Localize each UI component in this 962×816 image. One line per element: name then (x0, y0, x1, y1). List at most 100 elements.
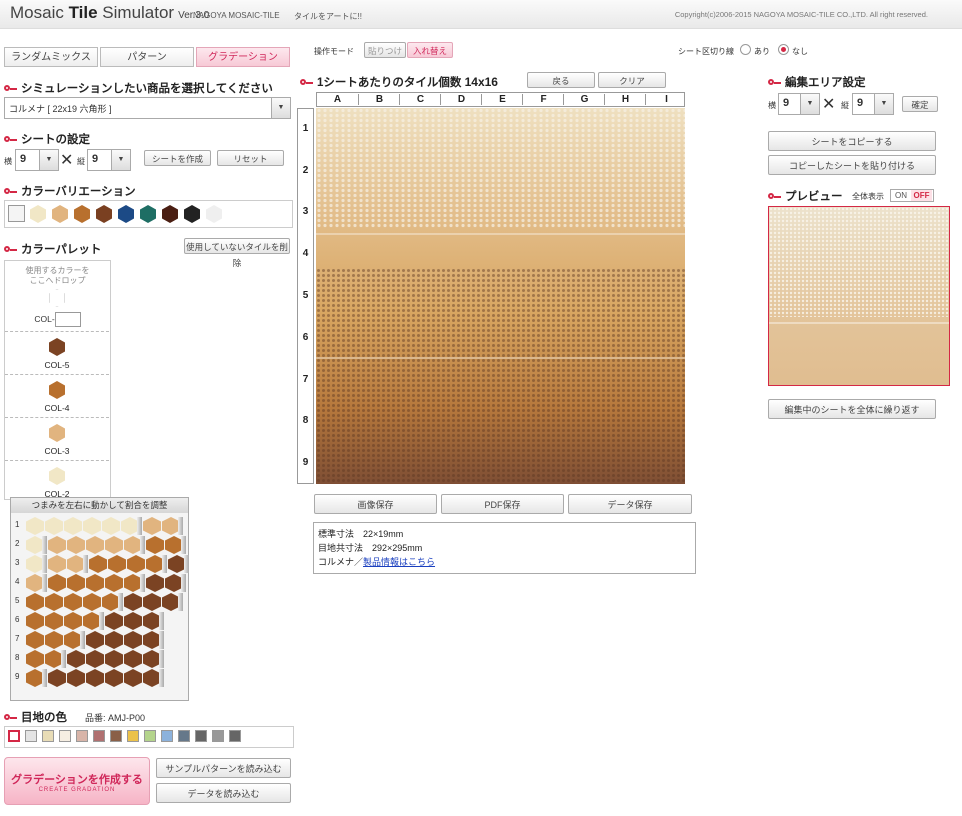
ratio-slider-knob[interactable] (181, 536, 186, 554)
joint-color-swatch[interactable] (212, 730, 224, 742)
mode-label: 操作モード (314, 47, 354, 56)
undo-button[interactable]: 戻る (527, 72, 595, 88)
tab-gradation[interactable]: グラデーション (196, 47, 290, 67)
joint-color-swatch[interactable] (144, 730, 156, 742)
palette-color-hex[interactable] (49, 467, 65, 485)
create-gradation-button[interactable]: グラデーションを作成する CREATE GRADATION (4, 757, 150, 805)
toggle-on[interactable]: ON (891, 190, 911, 201)
ratio-slider-knob[interactable] (83, 555, 88, 573)
ratio-row-label: 2 (15, 539, 20, 548)
full-view-toggle[interactable]: ON OFF (890, 189, 934, 202)
ratio-slider-knob[interactable] (118, 593, 123, 611)
divider-on-radio[interactable] (740, 44, 751, 55)
paste-mode-button[interactable]: 貼りつけ (364, 42, 406, 58)
palette-item[interactable]: COL-5 (5, 331, 109, 375)
ratio-slider-knob[interactable] (140, 536, 145, 554)
palette-color-hex[interactable] (49, 381, 65, 399)
load-sample-button[interactable]: サンプルパターンを読み込む (156, 758, 291, 778)
ratio-slider-knob[interactable] (42, 555, 47, 573)
color-variation-swatch[interactable] (74, 205, 90, 223)
color-variation-swatch[interactable] (184, 205, 200, 223)
key-icon (768, 192, 781, 200)
load-data-button[interactable]: データを読み込む (156, 783, 291, 803)
tab-random-mix[interactable]: ランダムミックス (4, 47, 98, 67)
joint-color-swatch[interactable] (229, 730, 241, 742)
ratio-slider-knob[interactable] (159, 631, 164, 649)
ratio-slider-knob[interactable] (159, 650, 164, 668)
tile-canvas[interactable] (316, 108, 685, 484)
paste-sheet-button[interactable]: コピーしたシートを貼り付ける (768, 155, 936, 175)
ratio-tile-hex (67, 650, 85, 668)
ratio-tile-hex (127, 555, 145, 573)
color-variation-swatch[interactable] (30, 205, 46, 223)
joint-color-swatch[interactable] (8, 730, 20, 742)
palette-item[interactable]: COL-4 (5, 374, 109, 418)
product-select[interactable]: コルメナ [ 22x19 六角形 ] ▼ (4, 97, 291, 119)
joint-color-swatch[interactable] (195, 730, 207, 742)
create-sheet-button[interactable]: シートを作成 (144, 150, 211, 166)
ratio-slider-knob[interactable] (140, 574, 145, 592)
joint-color-swatch[interactable] (25, 730, 37, 742)
tab-pattern[interactable]: パターン (100, 47, 194, 67)
ratio-slider-knob[interactable] (61, 650, 66, 668)
ratio-slider-knob[interactable] (159, 612, 164, 630)
ratio-slider-knob[interactable] (181, 574, 186, 592)
joint-color-swatch[interactable] (178, 730, 190, 742)
color-variation-swatch[interactable] (118, 205, 134, 223)
ratio-tile-hex (45, 593, 63, 611)
joint-color-swatch[interactable] (76, 730, 88, 742)
ratio-slider-knob[interactable] (159, 669, 164, 687)
joint-color-swatch[interactable] (161, 730, 173, 742)
color-variation-swatch[interactable] (140, 205, 156, 223)
delete-unused-button[interactable]: 使用していないタイルを削除 (184, 238, 290, 268)
key-icon (4, 187, 17, 195)
toggle-off[interactable]: OFF (911, 190, 932, 201)
save-pdf-button[interactable]: PDF保存 (441, 494, 564, 514)
repeat-sheet-button[interactable]: 編集中のシートを全体に繰り返す (768, 399, 936, 419)
empty-hex-slot[interactable] (49, 289, 65, 307)
edit-h-select[interactable]: 9 ▼ (778, 93, 820, 115)
save-data-button[interactable]: データ保存 (568, 494, 692, 514)
ratio-slider-knob[interactable] (42, 536, 47, 554)
joint-color-swatch[interactable] (110, 730, 122, 742)
joint-color-swatch[interactable] (42, 730, 54, 742)
product-info-link[interactable]: 製品情報はこちら (363, 557, 435, 567)
sheet-h-select[interactable]: 9 ▼ (15, 149, 59, 171)
edit-v-select[interactable]: 9 ▼ (852, 93, 894, 115)
ratio-slider-knob[interactable] (178, 593, 183, 611)
ratio-slider-knob[interactable] (137, 517, 142, 535)
joint-color-swatch[interactable] (127, 730, 139, 742)
reset-button[interactable]: リセット (217, 150, 284, 166)
divider-off-radio[interactable] (778, 44, 789, 55)
sheet-v-select[interactable]: 9 ▼ (87, 149, 131, 171)
color-variation-swatch[interactable] (52, 205, 68, 223)
ratio-row: 5 (11, 593, 186, 611)
chevron-down-icon: ▼ (271, 98, 290, 118)
palette-color-hex[interactable] (49, 338, 65, 356)
ratio-slider-knob[interactable] (42, 574, 47, 592)
ratio-slider-knob[interactable] (162, 555, 167, 573)
color-variation-swatch[interactable] (206, 205, 222, 223)
col-number-input[interactable] (54, 312, 81, 327)
ratio-slider-knob[interactable] (80, 631, 85, 649)
tagline: タイルをアートに!! (294, 12, 362, 21)
color-variation-swatch[interactable] (162, 205, 178, 223)
joint-color-swatch[interactable] (59, 730, 71, 742)
copy-sheet-button[interactable]: シートをコピーする (768, 131, 936, 151)
ratio-slider-knob[interactable] (178, 517, 183, 535)
save-image-button[interactable]: 画像保存 (314, 494, 437, 514)
color-variation-swatch[interactable] (96, 205, 112, 223)
ratio-tile-hex (124, 650, 142, 668)
grid-title: 1シートあたりのタイル個数 14x16 (300, 74, 498, 90)
ratio-slider-knob[interactable] (42, 669, 47, 687)
clear-button[interactable]: クリア (598, 72, 666, 88)
color-variation-swatch[interactable] (8, 205, 25, 222)
confirm-button[interactable]: 確定 (902, 96, 938, 112)
ratio-slider-knob[interactable] (99, 612, 104, 630)
joint-color-swatch[interactable] (93, 730, 105, 742)
palette-color-hex[interactable] (49, 424, 65, 442)
ratio-tile-hex (105, 669, 123, 687)
palette-item[interactable]: COL-3 (5, 417, 109, 461)
replace-mode-button[interactable]: 入れ替え (407, 42, 453, 58)
ratio-slider-knob[interactable] (184, 555, 189, 573)
